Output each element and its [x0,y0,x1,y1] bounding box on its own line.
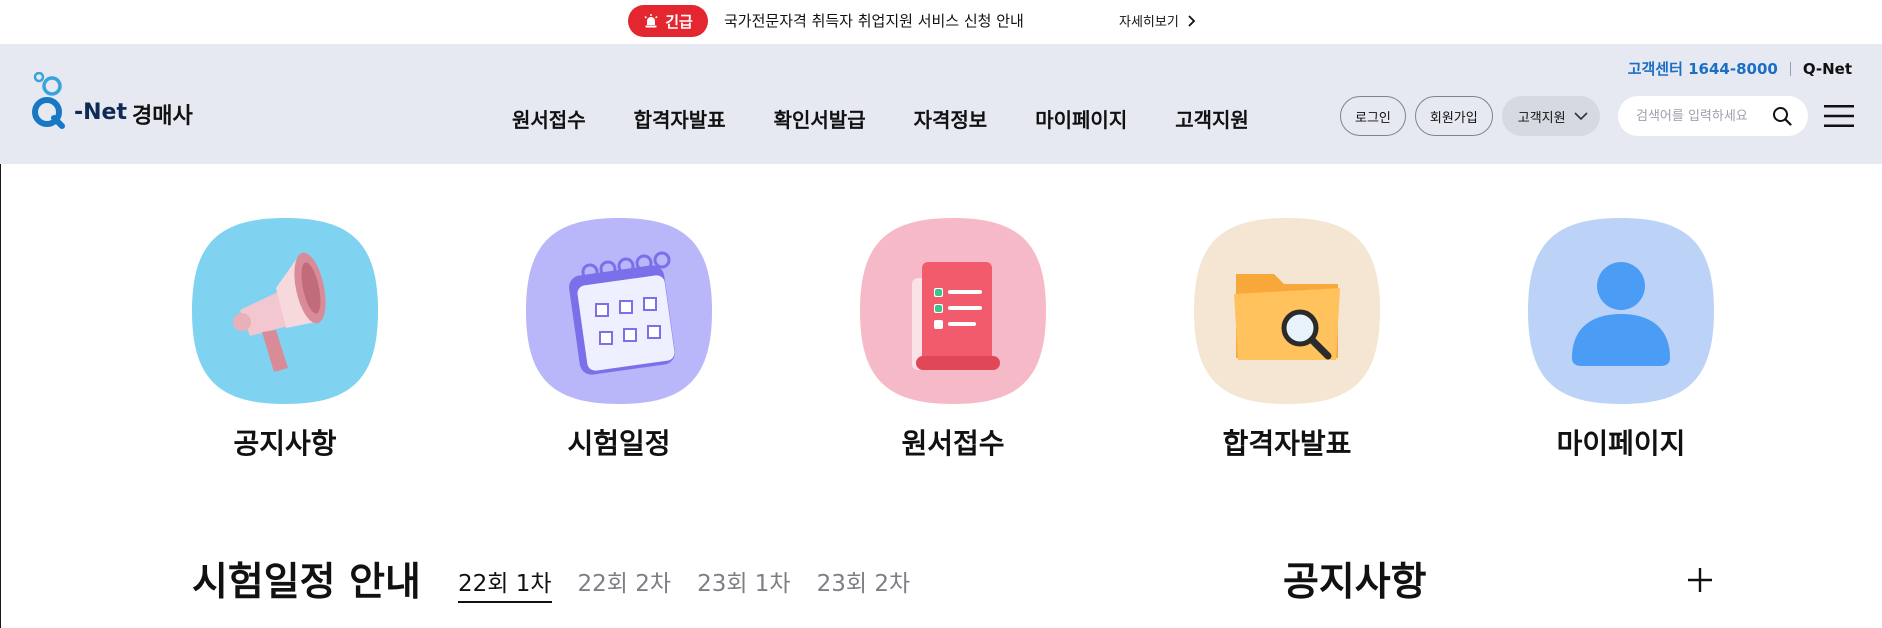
urgent-badge-label: 긴급 [665,12,693,31]
tab-23-1[interactable]: 23회 1차 [697,564,791,603]
quick-label: 시험일정 [567,427,671,460]
qnet-logo-icon [32,72,65,129]
quick-label: 원서접수 [901,427,1005,460]
siren-icon [644,14,658,28]
customer-center-link[interactable]: 고객센터 1644-8000 [1628,58,1778,79]
support-dropdown[interactable]: 고객지원 [1501,96,1600,136]
quick-item-notice[interactable]: 공지사항 [192,218,378,462]
notice-section-title: 공지사항 [1283,560,1427,605]
quick-icon-schedule [526,218,712,404]
nav-item-qualification-info[interactable]: 자격정보 [914,104,988,133]
megaphone-icon [192,218,378,404]
quick-item-results[interactable]: 합격자발표 [1194,218,1380,462]
nav-item-support[interactable]: 고객지원 [1175,104,1249,133]
nav-item-certificate[interactable]: 확인서발급 [774,104,866,133]
nav-item-application[interactable]: 원서접수 [512,104,586,133]
chevron-right-icon [1188,14,1196,27]
urgent-badge: 긴급 [628,5,708,37]
hamburger-menu-icon[interactable] [1824,104,1854,128]
qnet-link[interactable]: Q-Net [1803,60,1852,78]
chevron-down-icon [1574,112,1588,121]
nav-item-mypage[interactable]: 마이페이지 [1035,104,1127,133]
signup-button[interactable]: 회원가입 [1414,96,1493,136]
page-edge-divider [0,164,1,628]
logo-net-text: -Net [74,100,127,125]
quick-label: 마이페이지 [1556,427,1686,460]
quick-item-application[interactable]: 원서접수 [860,218,1046,462]
site-logo[interactable]: -Net 경매사 [30,72,220,132]
tab-22-1[interactable]: 22회 1차 [458,564,552,603]
user-icon [1528,218,1714,404]
divider [1789,61,1791,76]
quick-menu: 공지사항 시험일정 원서접수 합격자발표 마이페이지 [0,164,1882,484]
alert-message-link[interactable]: 국가전문자격 취득자 취업지원 서비스 신청 안내 [724,10,1024,31]
tab-22-2[interactable]: 22회 2차 [578,564,672,603]
alert-more-label: 자세히보기 [1119,15,1179,30]
quick-label: 공지사항 [233,427,337,460]
nav-item-results[interactable]: 합격자발표 [634,104,726,133]
schedule-tabs: 22회 1차 22회 2차 23회 1차 23회 2차 [458,564,910,603]
alert-more-link[interactable]: 자세히보기 [1119,11,1197,30]
support-dropdown-label: 고객지원 [1517,110,1566,126]
quick-icon-application [860,218,1046,404]
tab-23-2[interactable]: 23회 2차 [817,564,911,603]
alert-bar: 긴급 국가전문자격 취득자 취업지원 서비스 신청 안내 자세히보기 [0,0,1882,44]
top-links: 고객센터 1644-8000 Q-Net [1628,58,1852,79]
search-input[interactable] [1636,108,1766,124]
quick-icon-results [1194,218,1380,404]
calendar-icon [526,218,712,404]
quick-item-schedule[interactable]: 시험일정 [526,218,712,462]
main-navigation: 원서접수 합격자발표 확인서발급 자격정보 마이페이지 고객지원 [512,104,1249,133]
quick-icon-mypage [1528,218,1714,404]
site-header: -Net 경매사 고객센터 1644-8000 Q-Net 원서접수 합격자발표… [0,44,1882,164]
plus-icon[interactable] [1686,566,1714,594]
search-icon[interactable] [1772,106,1792,126]
utility-menu: 로그인 회원가입 고객지원 [1340,96,1600,136]
search-box [1618,96,1808,136]
login-button[interactable]: 로그인 [1340,96,1406,136]
quick-item-mypage[interactable]: 마이페이지 [1528,218,1714,462]
document-checklist-icon [860,218,1046,404]
logo-subtitle: 경매사 [132,104,193,129]
quick-label: 합격자발표 [1222,427,1352,460]
quick-icon-notice [192,218,378,404]
schedule-section-title: 시험일정 안내 [192,560,421,605]
folder-search-icon [1194,218,1380,404]
